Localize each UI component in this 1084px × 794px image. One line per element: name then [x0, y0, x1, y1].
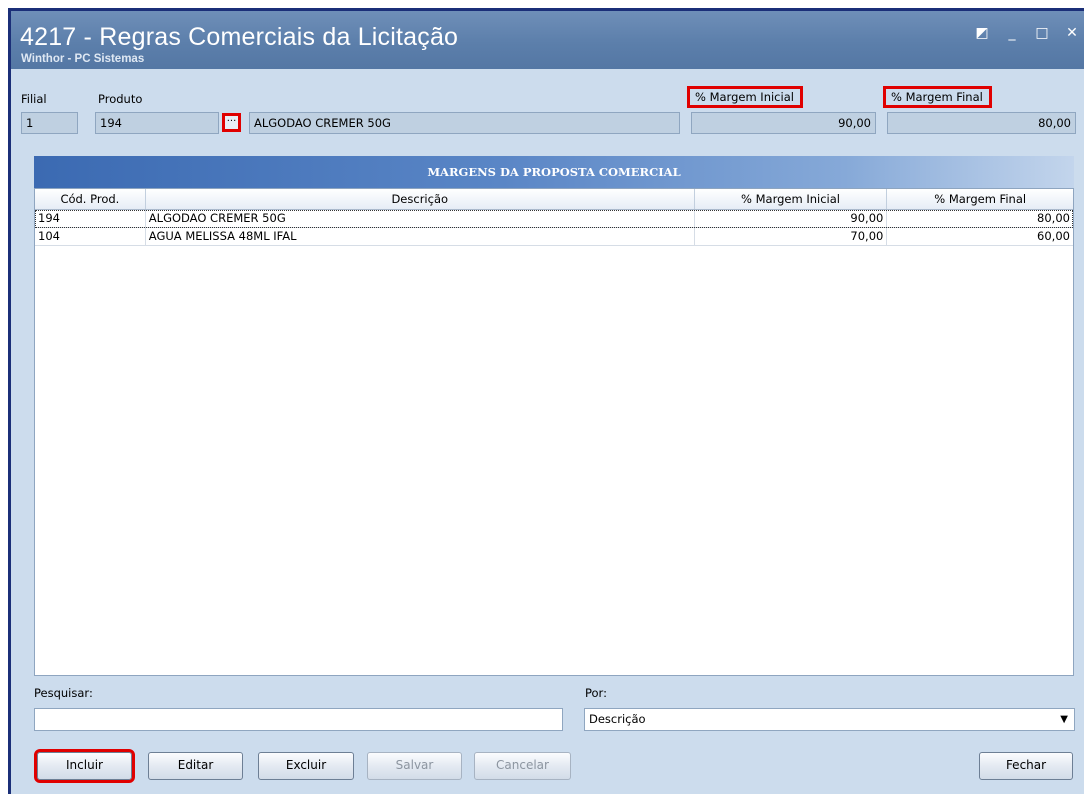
- produto-code-field[interactable]: 194: [95, 112, 219, 134]
- filial-field[interactable]: 1: [21, 112, 78, 134]
- margem-inicial-field[interactable]: 90,00: [691, 112, 876, 134]
- por-select-value: Descrição: [589, 712, 646, 726]
- margem-final-field[interactable]: 80,00: [887, 112, 1076, 134]
- table-row[interactable]: 194 ALGODAO CREMER 50G 90,00 80,00: [35, 210, 1073, 228]
- salvar-button[interactable]: Salvar: [367, 752, 462, 780]
- cancelar-button[interactable]: Cancelar: [474, 752, 571, 780]
- app-window: 4217 - Regras Comerciais da Licitação Wi…: [8, 8, 1084, 794]
- produto-label: Produto: [98, 92, 143, 106]
- close-icon[interactable]: ✕: [1064, 25, 1080, 41]
- column-header-cod[interactable]: Cód. Prod.: [35, 189, 146, 209]
- editar-button[interactable]: Editar: [148, 752, 243, 780]
- title-bar: 4217 - Regras Comerciais da Licitação Wi…: [11, 11, 1084, 69]
- table-row[interactable]: 104 AGUA MELISSA 48ML IFAL 70,00 60,00: [35, 228, 1073, 246]
- column-header-descricao[interactable]: Descrição: [146, 189, 695, 209]
- restore-icon[interactable]: ◩: [974, 25, 990, 41]
- chevron-down-icon[interactable]: ▼: [1060, 709, 1068, 730]
- search-input[interactable]: [34, 708, 563, 731]
- margem-inicial-label: % Margem Inicial: [687, 86, 803, 108]
- produto-lookup-button[interactable]: ···: [222, 113, 241, 132]
- fechar-button[interactable]: Fechar: [979, 752, 1073, 780]
- maximize-icon[interactable]: □: [1034, 25, 1050, 41]
- column-header-margem-inicial[interactable]: % Margem Inicial: [695, 189, 888, 209]
- grid-header: Cód. Prod. Descrição % Margem Inicial % …: [35, 189, 1073, 210]
- cell-margem-inicial: 70,00: [695, 228, 888, 245]
- form-content: Filial Produto % Margem Inicial % Margem…: [11, 69, 1084, 794]
- filial-label: Filial: [21, 92, 47, 106]
- cell-descricao: AGUA MELISSA 48ML IFAL: [146, 228, 695, 245]
- cell-margem-final: 80,00: [1037, 211, 1070, 225]
- search-label: Pesquisar:: [34, 686, 93, 700]
- window-controls: ◩ _ □ ✕: [974, 25, 1080, 41]
- margem-final-label: % Margem Final: [883, 86, 992, 108]
- window-subtitle: Winthor - PC Sistemas: [21, 53, 145, 65]
- column-header-margem-final[interactable]: % Margem Final: [887, 189, 1073, 209]
- por-label: Por:: [585, 686, 607, 700]
- por-select[interactable]: Descrição ▼: [584, 708, 1075, 731]
- incluir-button[interactable]: Incluir: [34, 749, 135, 783]
- cell-cod: 194: [35, 210, 146, 227]
- cell-margem-inicial: 90,00: [695, 210, 888, 227]
- margins-grid: Cód. Prod. Descrição % Margem Inicial % …: [34, 188, 1074, 676]
- produto-desc-field: ALGODAO CREMER 50G: [249, 112, 680, 134]
- window-title: 4217 - Regras Comerciais da Licitação: [20, 23, 459, 51]
- excluir-button[interactable]: Excluir: [258, 752, 354, 780]
- cell-margem-final: 60,00: [1037, 229, 1070, 243]
- cell-cod: 104: [35, 228, 146, 245]
- panel-title: MARGENS DA PROPOSTA COMERCIAL: [34, 156, 1074, 188]
- minimize-icon[interactable]: _: [1004, 25, 1020, 41]
- cell-descricao: ALGODAO CREMER 50G: [146, 210, 695, 227]
